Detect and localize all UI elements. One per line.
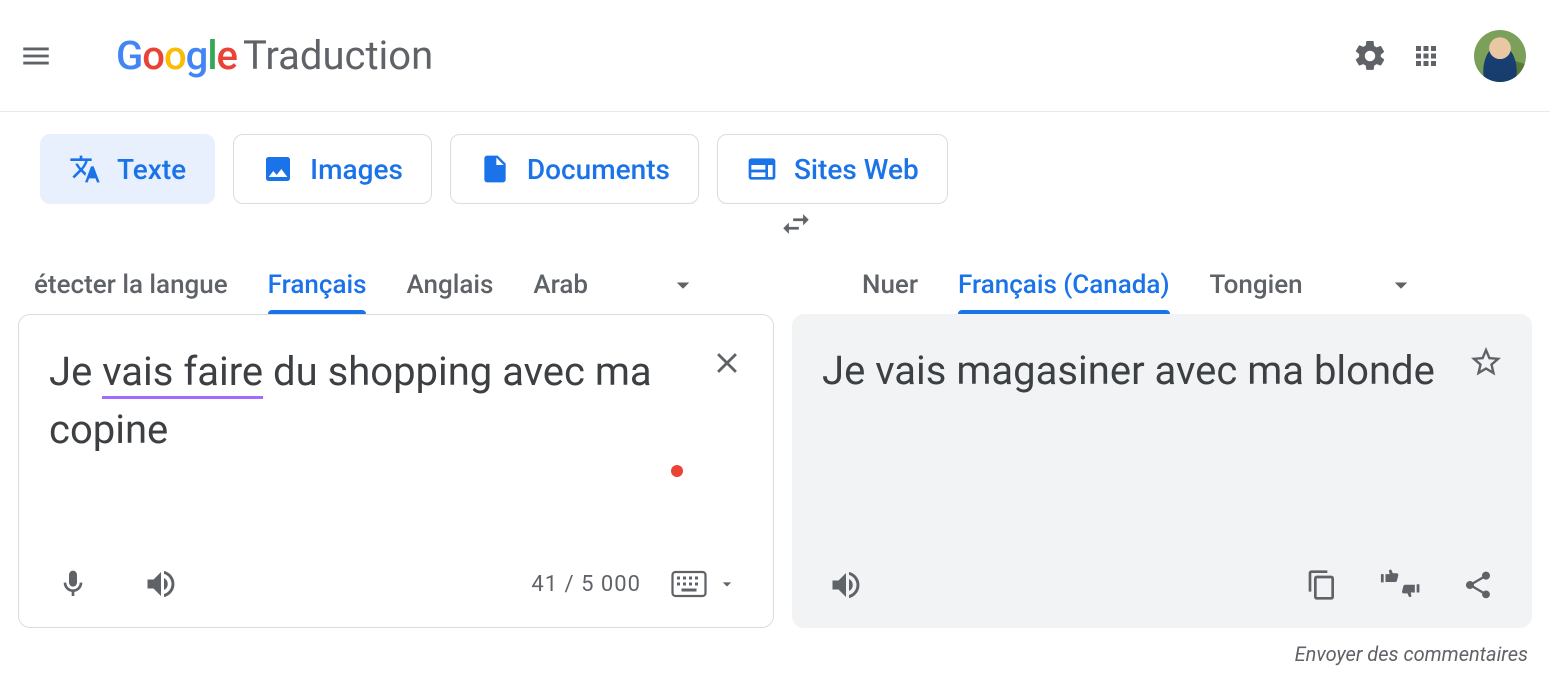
recording-indicator-icon [671,465,683,477]
logo[interactable]: Google Traduction [116,32,433,79]
swap-languages-button[interactable] [772,200,820,248]
keyboard-icon [671,570,707,598]
source-panel: Je vais faire du shopping avec ma copine… [18,314,774,628]
character-count: 41 / 5 000 [531,572,641,597]
target-panel: Je vais magasiner avec ma blonde [792,314,1532,628]
save-translation-button[interactable] [1462,338,1510,386]
tab-text-label: Texte [117,153,186,186]
source-lang-detect[interactable]: étecter la langue [34,256,248,314]
translate-icon [69,153,101,185]
web-icon [746,153,778,185]
voice-input-button[interactable] [49,560,97,608]
header: Google Traduction [0,0,1550,112]
source-lang-1[interactable]: Français [248,256,387,314]
source-lang-3[interactable]: Arab [513,256,608,314]
target-lang-more[interactable] [1372,256,1430,314]
spellcheck-underline: vais faire [102,348,263,399]
google-logo: Google [116,32,237,79]
copy-translation-button[interactable] [1298,561,1346,609]
source-text-input[interactable]: Je vais faire du shopping avec ma copine [49,343,689,459]
send-feedback-link[interactable]: Envoyer des commentaires [0,628,1550,666]
menu-button[interactable] [12,32,60,80]
translation-output: Je vais magasiner avec ma blonde [822,342,1462,400]
target-lang-2[interactable]: Français (Canada) [938,256,1190,314]
tab-images-label: Images [310,153,403,186]
target-lang-3[interactable]: Tongien [1190,256,1323,314]
tab-websites-label: Sites Web [794,153,919,186]
input-method-button[interactable] [665,566,743,602]
product-name: Traduction [243,32,433,79]
source-language-bar: étecter la langue Français Anglais Arab [0,256,772,314]
rate-translation-button[interactable] [1376,561,1424,609]
image-icon [262,153,294,185]
tab-websites[interactable]: Sites Web [717,134,948,204]
tab-text[interactable]: Texte [40,134,215,204]
chevron-down-icon [717,574,737,594]
tab-images[interactable]: Images [233,134,432,204]
share-translation-button[interactable] [1454,561,1502,609]
source-lang-more[interactable] [654,256,712,314]
source-lang-2[interactable]: Anglais [386,256,513,314]
listen-target-button[interactable] [822,561,870,609]
input-type-tabs: Texte Images Documents Sites Web [0,112,1550,204]
clear-input-button[interactable] [703,339,751,387]
target-lang-1[interactable]: Nuer [842,256,938,314]
tab-documents[interactable]: Documents [450,134,699,204]
listen-source-button[interactable] [137,560,185,608]
account-avatar[interactable] [1474,30,1526,82]
file-icon [479,153,511,185]
target-language-bar: Nuer Français (Canada) Tongien [772,256,1550,314]
tab-documents-label: Documents [527,153,670,186]
apps-button[interactable] [1402,32,1450,80]
settings-button[interactable] [1346,32,1394,80]
